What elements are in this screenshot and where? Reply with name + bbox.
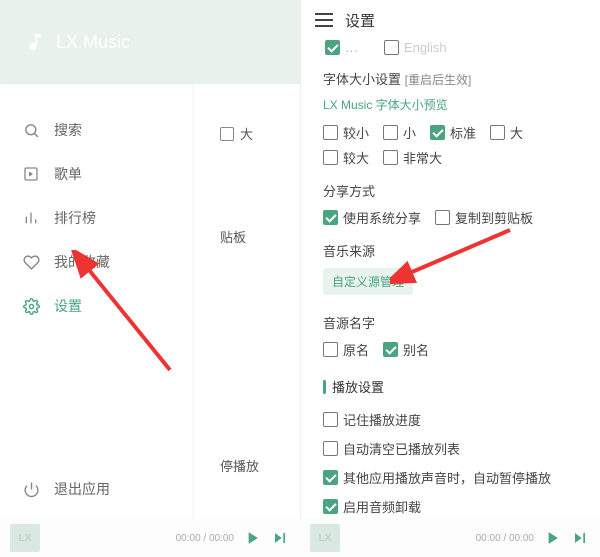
menu-icon[interactable] <box>315 13 333 27</box>
nav-ranking[interactable]: 排行榜 <box>0 196 192 240</box>
time-display: 00:00 / 00:00 <box>476 533 534 544</box>
section-bar-icon <box>323 380 326 394</box>
nav-search[interactable]: 搜索 <box>0 108 192 152</box>
ranking-icon <box>22 209 40 227</box>
left-content-peek: 大 贴板 停播放 <box>192 84 300 557</box>
nav-label: 搜索 <box>54 120 82 140</box>
nav-label: 退出应用 <box>54 479 110 499</box>
nav-label: 设置 <box>54 296 82 316</box>
font-xxlarge[interactable]: 非常大 <box>383 148 442 167</box>
player-bar-left: LX 00:00 / 00:00 <box>0 519 300 557</box>
album-chip[interactable]: LX <box>310 524 340 552</box>
heart-icon <box>22 253 40 271</box>
manage-source-button[interactable]: 自定义源管理 <box>323 268 413 295</box>
nav-label: 歌单 <box>54 164 82 184</box>
source-original[interactable]: 原名 <box>323 340 369 359</box>
app-logo: LX Music <box>24 31 130 53</box>
lang-option[interactable]: … <box>325 40 358 55</box>
font-small[interactable]: 小 <box>383 123 416 142</box>
nav-playlist[interactable]: 歌单 <box>0 152 192 196</box>
source-name-title: 音源名字 <box>323 313 586 332</box>
player-bar-right: LX 00:00 / 00:00 <box>300 519 600 557</box>
source-title: 音乐来源 <box>323 241 586 260</box>
next-button[interactable] <box>570 528 590 548</box>
search-icon <box>22 121 40 139</box>
remember-progress[interactable]: 记住播放进度 <box>323 406 586 433</box>
font-xsmall[interactable]: 较小 <box>323 123 369 142</box>
page-title: 设置 <box>345 10 375 31</box>
auto-clear[interactable]: 自动清空已播放列表 <box>323 435 586 462</box>
nav-label: 排行榜 <box>54 208 96 228</box>
music-note-icon <box>24 31 46 53</box>
font-large[interactable]: 大 <box>490 123 523 142</box>
audio-offload[interactable]: 启用音频卸载 <box>323 493 586 520</box>
playback-title: 播放设置 <box>332 377 384 396</box>
app-name: LX Music <box>56 32 130 53</box>
font-size-title: 字体大小设置 [重启后生效] <box>323 69 586 88</box>
font-xlarge[interactable]: 较大 <box>323 148 369 167</box>
share-clipboard[interactable]: 复制到剪贴板 <box>435 208 533 227</box>
play-button[interactable] <box>542 528 562 548</box>
share-system[interactable]: 使用系统分享 <box>323 208 421 227</box>
album-chip[interactable]: LX <box>10 524 40 552</box>
source-alias[interactable]: 别名 <box>383 340 429 359</box>
nav-label: 我的收藏 <box>54 252 110 272</box>
nav-favorites[interactable]: 我的收藏 <box>0 240 192 284</box>
nav-exit[interactable]: 退出应用 <box>0 467 192 511</box>
time-display: 00:00 / 00:00 <box>176 533 234 544</box>
play-button[interactable] <box>242 528 262 548</box>
next-button[interactable] <box>270 528 290 548</box>
font-standard[interactable]: 标准 <box>430 123 476 142</box>
pause-on-other[interactable]: 其他应用播放声音时，自动暂停播放 <box>323 464 586 491</box>
share-title: 分享方式 <box>323 181 586 200</box>
power-icon <box>22 480 40 498</box>
font-preview-link[interactable]: LX Music 字体大小预览 <box>323 96 448 113</box>
gear-icon <box>22 297 40 315</box>
nav-settings[interactable]: 设置 <box>0 284 192 328</box>
lang-option-english[interactable]: English <box>384 40 447 55</box>
playlist-icon <box>22 165 40 183</box>
